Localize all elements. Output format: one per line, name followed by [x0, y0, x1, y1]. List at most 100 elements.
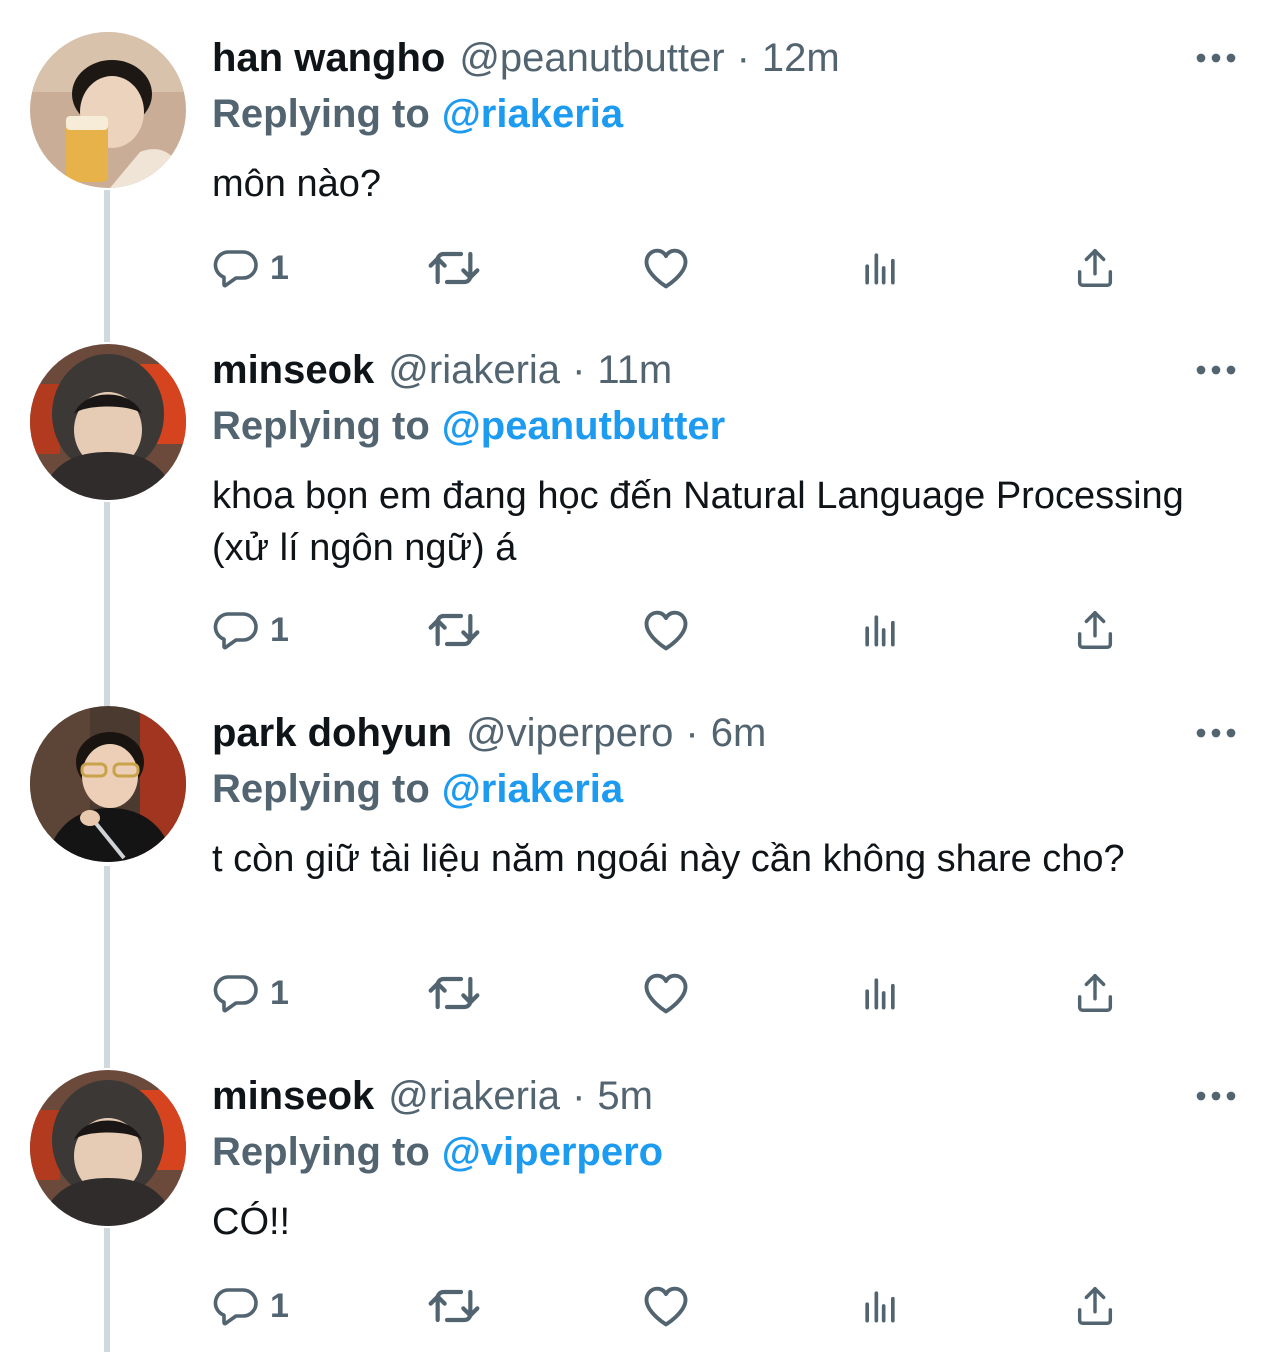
thread-line: [104, 866, 110, 1068]
timestamp[interactable]: 11m: [597, 342, 672, 398]
views-button[interactable]: [858, 1276, 902, 1336]
replying-to: Replying to @viperpero: [212, 1124, 1244, 1180]
display-name[interactable]: han wangho: [212, 30, 445, 86]
replying-to: Replying to @riakeria: [212, 761, 1244, 817]
heart-icon: [640, 967, 692, 1019]
retweet-icon: [426, 240, 482, 296]
tweet-text: khoa bọn em đang học đến Natural Languag…: [212, 475, 1184, 569]
like-button[interactable]: [640, 238, 692, 298]
more-options-button[interactable]: [1194, 705, 1238, 761]
separator: ·: [736, 36, 750, 80]
views-button[interactable]: [858, 600, 902, 660]
reply-icon: [212, 969, 260, 1017]
reply-count: 1: [270, 973, 289, 1012]
views-icon: [858, 1284, 902, 1328]
share-icon: [1072, 1283, 1118, 1329]
mention-link[interactable]: @peanutbutter: [442, 404, 725, 448]
like-button[interactable]: [640, 1276, 692, 1336]
avatar[interactable]: [30, 32, 186, 188]
views-button[interactable]: [858, 238, 902, 298]
user-handle[interactable]: @viperpero: [466, 705, 673, 761]
replying-label: Replying to: [212, 767, 430, 811]
separator: ·: [685, 711, 699, 755]
tweet-text: CÓ!!: [212, 1201, 291, 1243]
replying-label: Replying to: [212, 1130, 430, 1174]
timestamp[interactable]: 5m: [597, 1068, 653, 1124]
thread-line: [104, 1228, 110, 1352]
tweet-actions: 1: [212, 238, 1212, 298]
share-button[interactable]: [1072, 963, 1118, 1023]
share-icon: [1072, 970, 1118, 1016]
views-button[interactable]: [858, 963, 902, 1023]
tweet-header: park dohyun @viperpero · 6m: [212, 705, 1244, 761]
thread-line: [104, 190, 110, 342]
tweet-actions: 1: [212, 1276, 1212, 1336]
views-icon: [858, 608, 902, 652]
replying-label: Replying to: [212, 404, 430, 448]
share-button[interactable]: [1072, 600, 1118, 660]
views-icon: [858, 246, 902, 290]
mention-link[interactable]: @viperpero: [442, 1130, 663, 1174]
like-button[interactable]: [640, 600, 692, 660]
retweet-button[interactable]: [426, 600, 482, 660]
display-name[interactable]: park dohyun: [212, 705, 452, 761]
more-icon: [1196, 51, 1236, 65]
share-button[interactable]: [1072, 238, 1118, 298]
more-icon: [1196, 1089, 1236, 1103]
more-options-button[interactable]: [1194, 1068, 1238, 1124]
more-icon: [1196, 726, 1236, 740]
views-icon: [858, 971, 902, 1015]
replying-label: Replying to: [212, 92, 430, 136]
replying-to: Replying to @riakeria: [212, 86, 1244, 142]
tweet-header: han wangho @peanutbutter · 12m: [212, 30, 1244, 86]
reply-button[interactable]: 1: [212, 600, 289, 660]
display-name[interactable]: minseok: [212, 1068, 374, 1124]
more-icon: [1196, 363, 1236, 377]
more-options-button[interactable]: [1194, 30, 1238, 86]
user-handle[interactable]: @riakeria: [388, 1068, 560, 1124]
share-button[interactable]: [1072, 1276, 1118, 1336]
separator: ·: [572, 348, 586, 392]
reply-icon: [212, 244, 260, 292]
tweet-header: minseok @riakeria · 11m: [212, 342, 1244, 398]
retweet-button[interactable]: [426, 963, 482, 1023]
timestamp[interactable]: 6m: [711, 705, 767, 761]
tweet-actions: 1: [212, 963, 1212, 1023]
timestamp[interactable]: 12m: [762, 30, 840, 86]
more-options-button[interactable]: [1194, 342, 1238, 398]
avatar[interactable]: [30, 1070, 186, 1226]
retweet-button[interactable]: [426, 238, 482, 298]
user-handle[interactable]: @peanutbutter: [459, 30, 724, 86]
tweet-actions: 1: [212, 600, 1212, 660]
retweet-button[interactable]: [426, 1276, 482, 1336]
reply-button[interactable]: 1: [212, 963, 289, 1023]
reply-count: 1: [270, 248, 289, 287]
share-icon: [1072, 245, 1118, 291]
display-name[interactable]: minseok: [212, 342, 374, 398]
reply-icon: [212, 606, 260, 654]
replying-to: Replying to @peanutbutter: [212, 398, 1244, 454]
thread-line: [104, 502, 110, 706]
retweet-icon: [426, 1278, 482, 1334]
mention-link[interactable]: @riakeria: [442, 767, 623, 811]
heart-icon: [640, 604, 692, 656]
tweet-text: môn nào?: [212, 163, 382, 205]
user-handle[interactable]: @riakeria: [388, 342, 560, 398]
separator: ·: [572, 1074, 586, 1118]
retweet-icon: [426, 965, 482, 1021]
reply-button[interactable]: 1: [212, 238, 289, 298]
tweet-text: t còn giữ tài liệu năm ngoái này cần khô…: [212, 838, 1125, 880]
reply-icon: [212, 1282, 260, 1330]
mention-link[interactable]: @riakeria: [442, 92, 623, 136]
tweet-header: minseok @riakeria · 5m: [212, 1068, 1244, 1124]
like-button[interactable]: [640, 963, 692, 1023]
avatar[interactable]: [30, 706, 186, 862]
reply-count: 1: [270, 610, 289, 649]
share-icon: [1072, 607, 1118, 653]
heart-icon: [640, 242, 692, 294]
retweet-icon: [426, 602, 482, 658]
heart-icon: [640, 1280, 692, 1332]
reply-count: 1: [270, 1286, 289, 1325]
avatar[interactable]: [30, 344, 186, 500]
reply-button[interactable]: 1: [212, 1276, 289, 1336]
